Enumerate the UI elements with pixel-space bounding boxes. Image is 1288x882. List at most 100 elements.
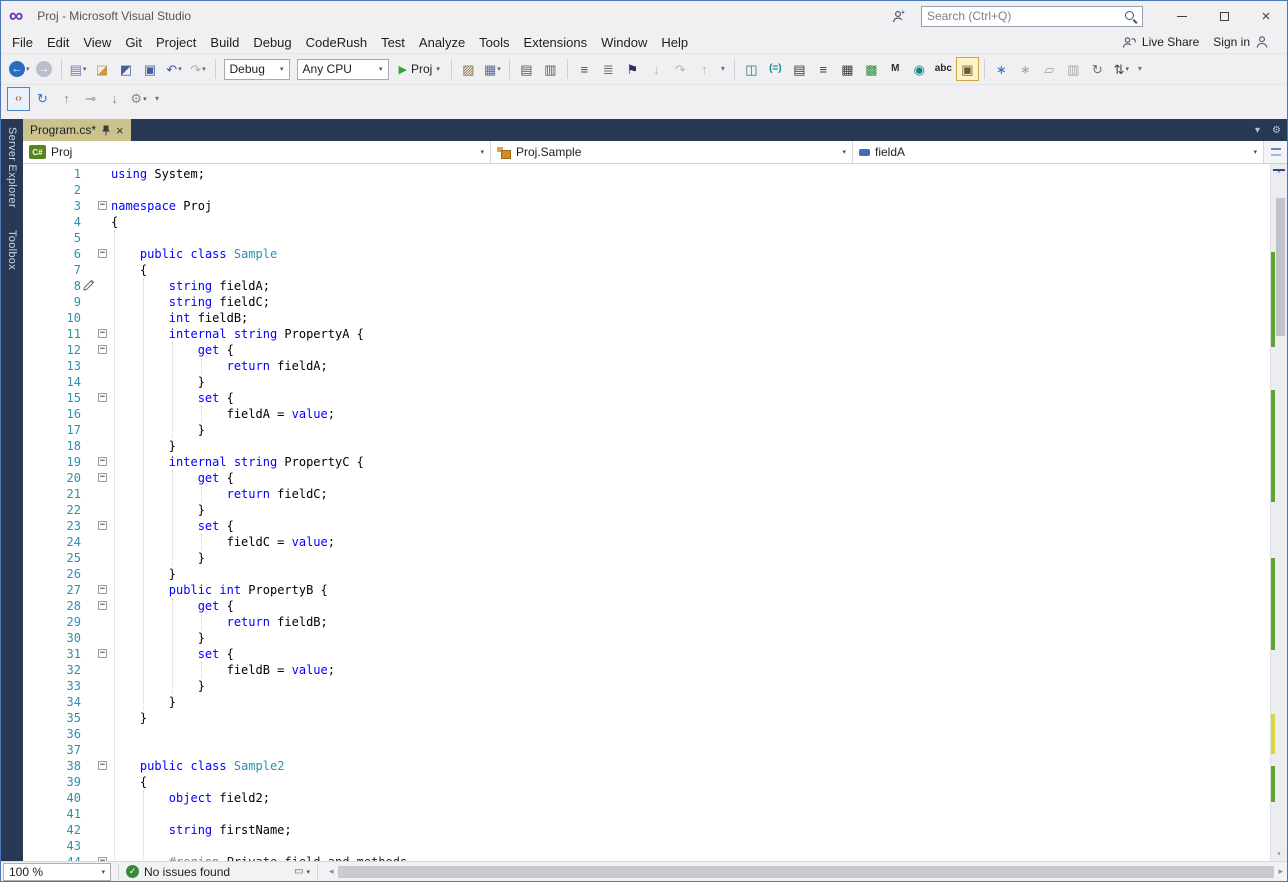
menu-view[interactable]: View — [76, 31, 118, 53]
navigate-back-button[interactable]: ← ▾ — [7, 57, 32, 81]
scrollbar-thumb[interactable] — [1276, 198, 1285, 336]
code-text[interactable]: } — [111, 438, 176, 454]
sort-members-button[interactable]: ⇅ ▾ — [1110, 57, 1133, 81]
open-file-button[interactable]: ◪ — [91, 57, 114, 81]
sorted-list-button[interactable]: ≡ — [812, 57, 835, 81]
move-member-down-button[interactable]: ↓ — [103, 87, 126, 111]
collapse-region-icon[interactable]: − — [98, 473, 107, 482]
sign-in-button[interactable]: Sign in — [1213, 35, 1269, 49]
code-text[interactable]: public int PropertyB { — [111, 582, 328, 598]
save-file-button[interactable]: ◩ — [115, 57, 138, 81]
code-text[interactable]: } — [111, 374, 205, 390]
code-text[interactable]: } — [111, 502, 205, 518]
coderush-overflow-button[interactable]: ▾ — [151, 87, 163, 111]
collapse-region-icon[interactable]: − — [98, 249, 107, 258]
scroll-up-icon[interactable]: ▴ — [1271, 164, 1287, 178]
document-outline-button[interactable]: ▦ — [836, 57, 859, 81]
minimize-button[interactable] — [1161, 1, 1203, 31]
save-all-button[interactable]: ▣ — [139, 57, 162, 81]
type-dropdown[interactable]: Proj.Sample ▾ — [491, 141, 853, 163]
bookmark-flag-button[interactable]: ⚑ — [621, 57, 644, 81]
code-text[interactable]: { — [111, 214, 118, 230]
code-text[interactable]: namespace Proj — [111, 198, 212, 214]
code-text[interactable]: fieldB = value; — [111, 662, 335, 678]
menu-project[interactable]: Project — [149, 31, 203, 53]
code-text[interactable]: using System; — [111, 166, 205, 182]
code-text[interactable]: { — [111, 774, 147, 790]
code-text[interactable]: object field2; — [111, 790, 270, 806]
code-text[interactable]: fieldA = value; — [111, 406, 335, 422]
vertical-scrollbar[interactable]: ▴ ▾ — [1270, 164, 1287, 861]
menu-tools[interactable]: Tools — [472, 31, 516, 53]
code-text[interactable]: } — [111, 550, 205, 566]
document-health-indicator[interactable]: ✓ No issues found — [126, 865, 230, 879]
shortcut-keys-button[interactable]: ⊸ — [79, 87, 102, 111]
code-editor[interactable]: 1 using System; 2 3− namespace Proj 4{5 6− pub… — [23, 164, 1287, 861]
code-text[interactable]: string fieldA; — [111, 278, 270, 294]
menu-test[interactable]: Test — [374, 31, 412, 53]
collapse-region-icon[interactable]: − — [98, 585, 107, 594]
menu-analyze[interactable]: Analyze — [412, 31, 472, 53]
search-input[interactable] — [927, 9, 1124, 23]
code-text[interactable]: set { — [111, 646, 234, 662]
shift-lines-right-button[interactable]: ≣ — [597, 57, 620, 81]
toggle-line-numbers-button[interactable]: ▤ — [788, 57, 811, 81]
show-parameters-button[interactable]: (=) — [764, 57, 787, 81]
code-text[interactable]: } — [111, 710, 147, 726]
code-text[interactable]: { — [111, 262, 147, 278]
code-text[interactable]: set { — [111, 518, 234, 534]
code-text[interactable]: } — [111, 566, 176, 582]
undo-button[interactable]: ↶ ▾ — [163, 57, 186, 81]
code-text[interactable]: } — [111, 694, 176, 710]
toolbar-options-button[interactable]: ▾ — [1134, 57, 1146, 81]
menu-build[interactable]: Build — [203, 31, 246, 53]
code-text[interactable]: return fieldC; — [111, 486, 328, 502]
member-dropdown[interactable]: fieldA ▾ — [853, 141, 1264, 163]
menu-file[interactable]: File — [5, 31, 40, 53]
tool-tab-server-explorer[interactable]: Server Explorer — [6, 127, 18, 208]
menu-git[interactable]: Git — [118, 31, 149, 53]
zoom-select[interactable]: 100 % ▾ — [3, 862, 111, 881]
live-share-button[interactable]: Live Share — [1122, 35, 1199, 49]
horizontal-scrollbar[interactable] — [337, 865, 1275, 879]
scroll-right-icon[interactable]: ▸ — [1278, 866, 1283, 877]
code-text[interactable]: get { — [111, 598, 234, 614]
start-debugging-button[interactable]: ▶ Proj ▾ — [393, 58, 446, 80]
code-text[interactable]: return fieldB; — [111, 614, 328, 630]
code-text[interactable]: return fieldA; — [111, 358, 328, 374]
code-text[interactable]: internal string PropertyA { — [111, 326, 364, 342]
send-feedback-icon[interactable] — [892, 9, 907, 23]
encapsulate-field-button[interactable]: ◫ — [740, 57, 763, 81]
pin-icon[interactable] — [102, 125, 110, 136]
map-pin-button[interactable]: ◉ — [908, 57, 931, 81]
maximize-button[interactable] — [1203, 1, 1245, 31]
code-text[interactable]: set { — [111, 390, 234, 406]
menu-help[interactable]: Help — [654, 31, 695, 53]
insert-table-button[interactable]: ▩ — [860, 57, 883, 81]
collapse-region-icon[interactable]: − — [98, 601, 107, 610]
code-text[interactable]: public class Sample2 — [111, 758, 285, 774]
refresh-button[interactable]: ↻ — [1086, 57, 1109, 81]
code-text[interactable]: public class Sample — [111, 246, 277, 262]
solution-configuration-combo[interactable]: Debug ▾ — [223, 58, 290, 80]
code-text[interactable]: internal string PropertyC { — [111, 454, 364, 470]
tab-list-dropdown-icon[interactable]: ▾ — [1255, 125, 1260, 136]
collapse-region-icon[interactable]: − — [98, 393, 107, 402]
spell-check-button[interactable]: abc — [932, 57, 955, 81]
collapse-region-icon[interactable]: − — [98, 521, 107, 530]
organize-members-button[interactable]: ↻ — [31, 87, 54, 111]
menu-debug[interactable]: Debug — [246, 31, 298, 53]
expand-outlining-button[interactable]: ▥ — [539, 57, 562, 81]
menu-edit[interactable]: Edit — [40, 31, 76, 53]
code-text[interactable]: fieldC = value; — [111, 534, 335, 550]
code-cleanup-button[interactable]: ∗ — [990, 57, 1013, 81]
code-text[interactable]: get { — [111, 470, 234, 486]
close-button[interactable]: × — [1245, 1, 1287, 31]
shift-lines-left-button[interactable]: ≡ — [573, 57, 596, 81]
collapse-region-icon[interactable]: − — [98, 857, 107, 861]
code-text[interactable]: int fieldB; — [111, 310, 248, 326]
collapse-region-icon[interactable]: − — [98, 649, 107, 658]
scroll-left-icon[interactable]: ◂ — [329, 866, 334, 877]
debug-overflow-button[interactable]: ▾ — [717, 57, 729, 81]
tool-tab-toolbox[interactable]: Toolbox — [6, 230, 18, 270]
